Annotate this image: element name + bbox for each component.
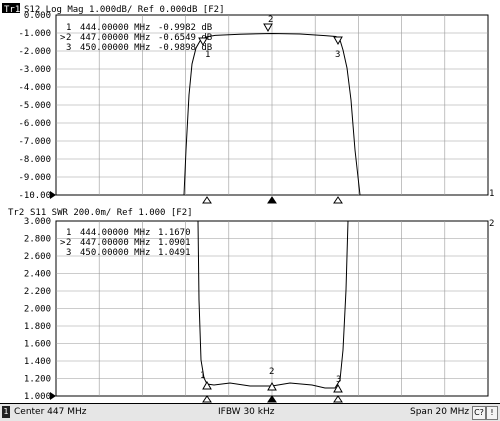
y-tick-label: 0.000	[24, 11, 51, 21]
y-tick-label: -3.000	[18, 65, 51, 75]
marker-num: 3	[66, 248, 71, 258]
marker-freq: 450.00000 MHz	[80, 248, 150, 258]
if-bandwidth[interactable]: IFBW 30 kHz	[218, 407, 274, 417]
trace2-axis-marker-1-icon	[202, 395, 212, 403]
marker-freq: 450.00000 MHz	[80, 43, 150, 53]
trace1-axis-marker-2-icon	[267, 196, 277, 204]
status-button[interactable]: !	[486, 406, 498, 420]
y-tick-label: 2.000	[24, 305, 51, 315]
calibration-button[interactable]: C?	[472, 406, 486, 420]
trace2-ref-pointer-icon	[50, 392, 56, 400]
trace1-axis-marker-3-icon	[333, 196, 343, 204]
marker-freq: 447.00000 MHz	[80, 238, 150, 248]
trace1-right-label: 1	[489, 189, 494, 199]
y-tick-label: 2.400	[24, 270, 51, 280]
trace1-id[interactable]: Tr1	[4, 5, 20, 15]
trace2-marker-table: 1 444.00000 MHz 1.1670> 2 447.00000 MHz 1.090…	[60, 228, 191, 258]
marker-num: 1	[66, 228, 71, 238]
marker-num: 2	[66, 238, 71, 248]
y-tick-label: 1.600	[24, 340, 51, 350]
trace1-ref-pointer-icon	[50, 191, 56, 199]
trace2-axis-indicators	[202, 395, 343, 403]
marker-num: 3	[66, 43, 71, 53]
y-tick-label: 1.000	[24, 392, 51, 402]
trace2-marker-1-label: 1	[200, 371, 205, 381]
marker-num: 2	[66, 33, 71, 43]
trace2-marker-2-label: 2	[269, 367, 274, 377]
marker-freq: 444.00000 MHz	[80, 23, 150, 33]
trace1-header: S12 Log Mag 1.000dB/ Ref 0.000dB [F2]	[24, 5, 224, 15]
y-tick-label: -5.000	[18, 101, 51, 111]
marker-val: 1.0901	[158, 238, 191, 248]
y-tick-label: -9.000	[18, 173, 51, 183]
trace2-id[interactable]: Tr2	[8, 208, 24, 218]
center-frequency[interactable]: Center 447 MHz	[14, 407, 86, 417]
y-tick-label: 3.000	[24, 217, 51, 227]
trace1-y-axis-labels: 0.000 -1.000 -2.000 -3.000 -4.000 -5.000 -6.00…	[18, 11, 51, 201]
trace2-header: S11 SWR 200.0m/ Ref 1.000 [F2]	[30, 208, 193, 218]
y-tick-label: -4.000	[18, 83, 51, 93]
channel-indicator[interactable]: 1	[2, 406, 10, 418]
trace1-axis-indicators	[202, 196, 343, 204]
y-tick-label: 2.200	[24, 287, 51, 297]
y-tick-label: 2.600	[24, 252, 51, 262]
y-tick-label: -10.00	[18, 191, 51, 201]
marker-num: 1	[66, 23, 71, 33]
trace1-marker-2-label: 2	[268, 15, 273, 25]
y-tick-label: -7.000	[18, 137, 51, 147]
y-tick-label: 1.400	[24, 357, 51, 367]
marker-freq: 447.00000 MHz	[80, 33, 150, 43]
trace1-marker-table: 1 444.00000 MHz -0.9982 dB> 2 447.00000 MHz -…	[60, 23, 212, 53]
y-tick-label: -2.000	[18, 47, 51, 57]
y-tick-label: 1.200	[24, 375, 51, 385]
trace1-axis-marker-1-icon	[202, 196, 212, 204]
vna-screen: Tr1 S12 Log Mag 1.000dB/ Ref 0.000dB [F2…	[0, 0, 500, 421]
y-tick-label: 1.800	[24, 322, 51, 332]
y-tick-label: 2.800	[24, 235, 51, 245]
marker-freq: 444.00000 MHz	[80, 228, 150, 238]
trace2-axis-marker-3-icon	[333, 395, 343, 403]
vna-display: Tr1 S12 Log Mag 1.000dB/ Ref 0.000dB [F2…	[2, 3, 494, 403]
trace2-axis-marker-2-icon	[267, 395, 277, 403]
marker-val: -0.9982 dB	[158, 23, 212, 33]
marker-val: 1.0491	[158, 248, 191, 258]
trace2-right-label: 2	[489, 219, 494, 229]
y-tick-label: -1.000	[18, 29, 51, 39]
trace1-marker-1-label: 1	[205, 50, 210, 60]
status-bar: 1 Center 447 MHz IFBW 30 kHz Span 20 MHz…	[0, 403, 500, 421]
marker-val: 1.1670	[158, 228, 191, 238]
y-tick-label: -6.000	[18, 119, 51, 129]
trace1-marker-3-label: 3	[335, 50, 340, 60]
trace2-marker-3-label: 3	[336, 375, 341, 385]
span-frequency[interactable]: Span 20 MHz	[410, 407, 469, 417]
trace2-y-axis-labels: 3.000 2.800 2.600 2.400 2.200 2.000 1.800 1.600…	[24, 217, 51, 402]
y-tick-label: -8.000	[18, 155, 51, 165]
